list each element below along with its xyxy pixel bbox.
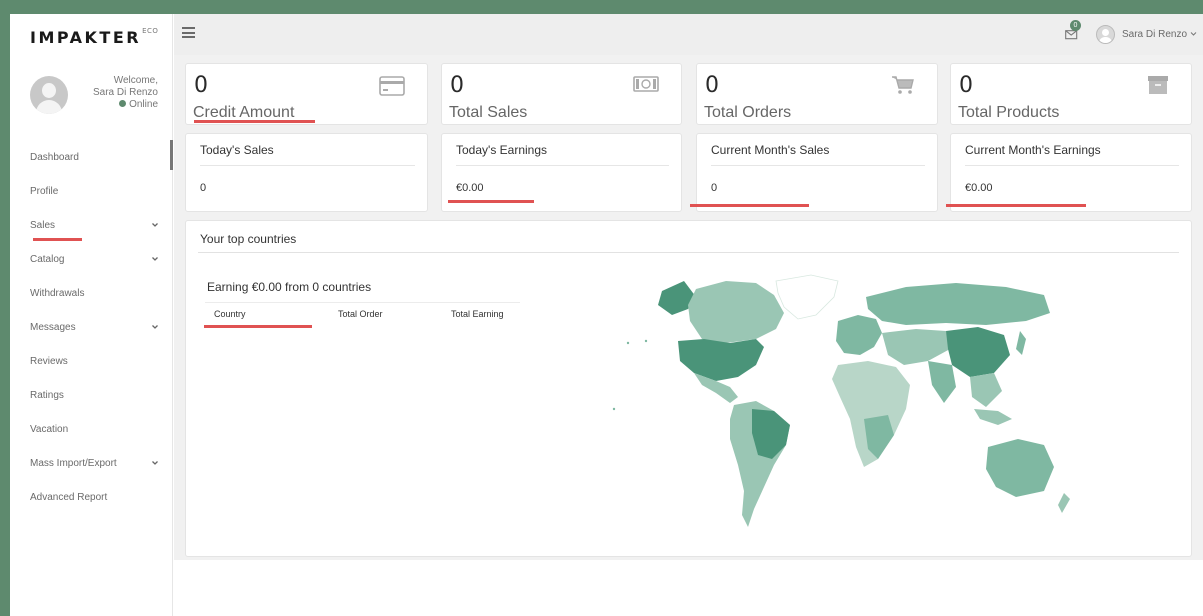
column-header-country[interactable]: Country <box>214 309 246 319</box>
stat-card-total-sales: 0 Total Sales <box>441 63 682 125</box>
summary-card-current-month-sales: Current Month's Sales 0 <box>696 133 938 212</box>
stat-card-total-products: 0 Total Products <box>950 63 1192 125</box>
chevron-down-icon <box>152 223 158 227</box>
online-dot-icon <box>119 100 127 107</box>
summary-title: Today's Earnings <box>456 143 548 157</box>
user-profile-box: Welcome, Sara Di Renzo Online <box>10 60 172 140</box>
menu-icon[interactable] <box>182 27 195 38</box>
sidebar-item-label: Withdrawals <box>30 287 85 299</box>
user-avatar[interactable] <box>1096 25 1115 44</box>
stat-label: Total Sales <box>449 104 528 121</box>
brand-name: IMPAKTER <box>30 27 142 47</box>
stat-value: 0 <box>450 73 464 98</box>
summary-title: Current Month's Earnings <box>965 143 1101 157</box>
stat-value: 0 <box>194 73 208 98</box>
top-countries-panel: Your top countries Earning €0.00 from 0 … <box>185 220 1192 557</box>
highlight-underline-month-sales <box>690 204 809 207</box>
highlight-underline-country <box>204 325 312 328</box>
sidebar-item-ratings[interactable]: Ratings <box>10 378 172 412</box>
stat-label: Total Products <box>958 104 1060 121</box>
online-status: Online <box>78 99 158 111</box>
sidebar-item-label: Mass Import/Export <box>30 457 117 469</box>
stat-card-credit-amount: 0 Credit Amount <box>185 63 428 125</box>
user-menu-label: Sara Di Renzo <box>1122 29 1188 40</box>
stat-value: 0 <box>959 73 973 98</box>
topbar: 0 Sara Di Renzo <box>174 14 1203 55</box>
summary-value: €0.00 <box>965 182 993 194</box>
sidebar: IMPAKTER ECO Welcome, Sara Di Renzo Onlin… <box>10 14 173 616</box>
welcome-text: Welcome, <box>113 75 158 86</box>
column-header-total-earning[interactable]: Total Earning <box>451 309 504 319</box>
highlight-underline-todays-earnings <box>448 200 534 203</box>
envelope-icon <box>1065 30 1078 40</box>
sidebar-item-label: Dashboard <box>30 151 79 163</box>
chevron-down-icon <box>152 461 158 465</box>
chevron-down-icon <box>152 257 158 261</box>
sidebar-item-sales[interactable]: Sales <box>10 208 172 242</box>
summary-title: Current Month's Sales <box>711 143 830 157</box>
user-menu[interactable]: Sara Di Renzo <box>1122 29 1197 40</box>
summary-value: €0.00 <box>456 182 484 194</box>
sidebar-item-advanced-report[interactable]: Advanced Report <box>10 480 172 514</box>
brand-logo[interactable]: IMPAKTER ECO <box>10 14 172 60</box>
sidebar-item-mass-import-export[interactable]: Mass Import/Export <box>10 446 172 480</box>
highlight-underline-sales <box>33 238 82 241</box>
chevron-down-icon <box>152 325 158 329</box>
earning-summary: Earning €0.00 from 0 countries <box>207 280 372 294</box>
notifications-button[interactable]: 0 <box>1065 20 1081 43</box>
column-header-total-order[interactable]: Total Order <box>338 309 383 319</box>
banknote-icon <box>633 76 659 92</box>
world-map[interactable] <box>606 269 1086 547</box>
archive-box-icon <box>1148 76 1168 94</box>
panel-title: Your top countries <box>200 232 297 246</box>
sidebar-item-label: Profile <box>30 185 59 197</box>
summary-value: 0 <box>711 182 718 194</box>
sidebar-item-profile[interactable]: Profile <box>10 174 172 208</box>
sidebar-item-label: Vacation <box>30 423 69 435</box>
sidebar-nav: Dashboard Profile Sales Catalog Withdraw… <box>10 140 173 514</box>
stat-label: Total Orders <box>704 104 792 121</box>
sidebar-item-label: Reviews <box>30 355 68 367</box>
user-name: Sara Di Renzo <box>92 87 158 98</box>
sidebar-item-label: Sales <box>30 219 56 231</box>
sidebar-item-vacation[interactable]: Vacation <box>10 412 172 446</box>
summary-card-todays-sales: Today's Sales 0 <box>185 133 428 212</box>
cart-icon <box>892 76 914 94</box>
stat-value: 0 <box>705 73 719 98</box>
avatar <box>30 76 68 114</box>
sidebar-item-label: Ratings <box>30 389 64 401</box>
brand-suffix: ECO <box>142 27 159 35</box>
sidebar-item-withdrawals[interactable]: Withdrawals <box>10 276 172 310</box>
chevron-down-icon <box>1190 32 1197 36</box>
highlight-underline-month-earnings <box>946 204 1086 207</box>
summary-title: Today's Sales <box>200 143 274 157</box>
user-info: Welcome, Sara Di Renzo Online <box>78 74 158 111</box>
sidebar-item-label: Catalog <box>30 253 65 265</box>
sidebar-item-reviews[interactable]: Reviews <box>10 344 172 378</box>
sidebar-item-label: Advanced Report <box>30 491 108 503</box>
highlight-underline-credit-amount <box>194 120 315 123</box>
sidebar-item-label: Messages <box>30 321 76 333</box>
summary-value: 0 <box>200 182 207 194</box>
sidebar-item-messages[interactable]: Messages <box>10 310 172 344</box>
summary-card-current-month-earnings: Current Month's Earnings €0.00 <box>950 133 1192 212</box>
online-status-label: Online <box>129 99 158 110</box>
sidebar-item-dashboard[interactable]: Dashboard <box>10 140 173 174</box>
main-content: 0 Credit Amount 0 Total Sales 0 Total Or… <box>174 55 1203 560</box>
sidebar-item-catalog[interactable]: Catalog <box>10 242 172 276</box>
credit-card-icon <box>379 76 405 96</box>
notification-badge: 0 <box>1070 20 1081 31</box>
stat-card-total-orders: 0 Total Orders <box>696 63 938 125</box>
